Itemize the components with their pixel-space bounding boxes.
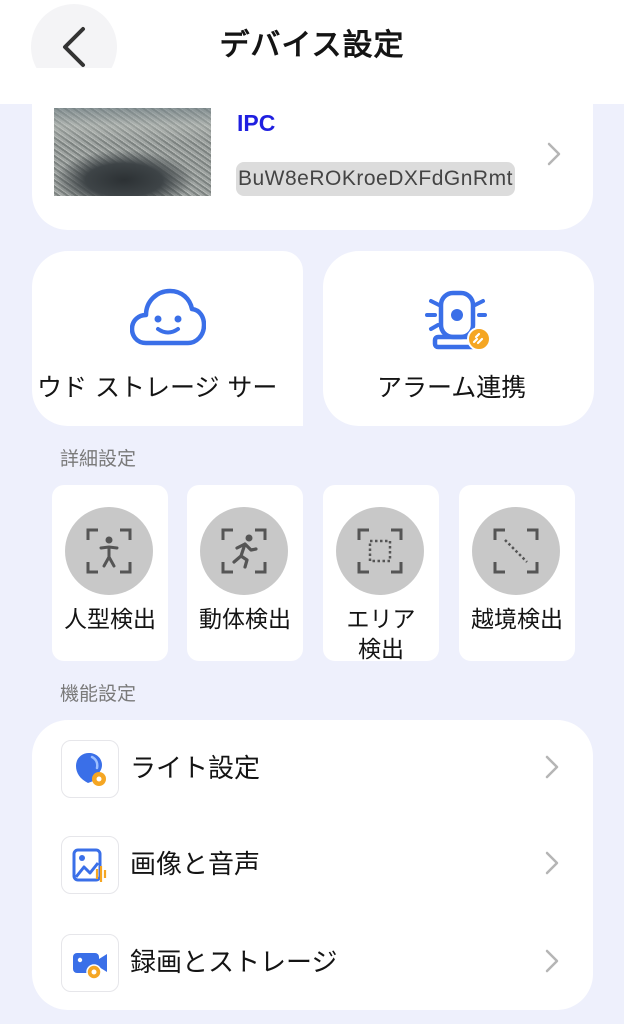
- line-cross-detect-item[interactable]: 越境検出: [459, 485, 575, 661]
- chevron-right-icon: [545, 949, 559, 973]
- area-detect-badge: [336, 507, 424, 595]
- cloud-face-icon: [130, 288, 206, 346]
- human-detect-item[interactable]: 人型検出: [52, 485, 168, 661]
- image-sound-icon: [72, 848, 107, 882]
- motion-detect-icon: [221, 528, 267, 574]
- image-sound-icon-box: [61, 836, 119, 894]
- motion-detect-badge: [200, 507, 288, 595]
- light-settings-row[interactable]: ライト設定: [32, 740, 593, 800]
- alarm-link-tile[interactable]: アラーム連携: [323, 251, 594, 426]
- area-detect-label-line1: エリア: [346, 607, 416, 633]
- image-sound-row[interactable]: 画像と音声: [32, 836, 593, 896]
- chevron-right-icon: [547, 142, 561, 166]
- motion-detect-label: 動体検出: [199, 607, 291, 633]
- cloud-storage-tile[interactable]: ウド ストレージ サー: [32, 251, 303, 426]
- recording-storage-icon-box: [61, 934, 119, 992]
- light-settings-label: ライト設定: [130, 754, 261, 784]
- recording-storage-row[interactable]: 録画とストレージ: [32, 934, 593, 994]
- area-detect-item[interactable]: エリア 検出: [323, 485, 439, 663]
- area-detect-label: エリア 検出: [323, 605, 439, 665]
- page-title: デバイス設定: [219, 28, 405, 63]
- detail-settings-heading: 詳細設定: [60, 448, 137, 470]
- alarm-link-label: アラーム連携: [377, 373, 527, 402]
- cloud-storage-label: ウド ストレージ サー: [37, 373, 278, 402]
- alarm-siren-link-icon: [425, 290, 491, 351]
- feature-settings-heading: 機能設定: [60, 683, 137, 705]
- image-sound-label: 画像と音声: [130, 850, 261, 880]
- line-cross-detect-icon: [493, 528, 539, 574]
- human-detect-badge: [65, 507, 153, 595]
- motion-detect-item[interactable]: 動体検出: [187, 485, 303, 661]
- line-cross-detect-label: 越境検出: [471, 607, 563, 633]
- device-name: IPC: [237, 110, 276, 136]
- area-detect-icon: [357, 528, 403, 574]
- device-id: BuW8eROKroeDXFdGnRmt: [236, 162, 515, 196]
- light-settings-icon-box: [61, 740, 119, 798]
- chevron-right-icon: [545, 755, 559, 779]
- line-cross-detect-badge: [472, 507, 560, 595]
- feature-settings-card: ライト設定 画像と音声 録画とストレージ: [32, 720, 593, 1010]
- recording-storage-label: 録画とストレージ: [130, 948, 338, 978]
- area-detect-label-line2: 検出: [358, 637, 404, 663]
- chevron-right-icon: [545, 851, 559, 875]
- video-gear-icon: [73, 953, 107, 980]
- human-detect-label: 人型検出: [64, 607, 156, 633]
- camera-thumbnail: [54, 108, 211, 196]
- human-detect-icon: [86, 528, 132, 574]
- device-card[interactable]: IPC BuW8eROKroeDXFdGnRmt: [32, 68, 593, 230]
- light-bulb-gear-icon: [76, 753, 106, 786]
